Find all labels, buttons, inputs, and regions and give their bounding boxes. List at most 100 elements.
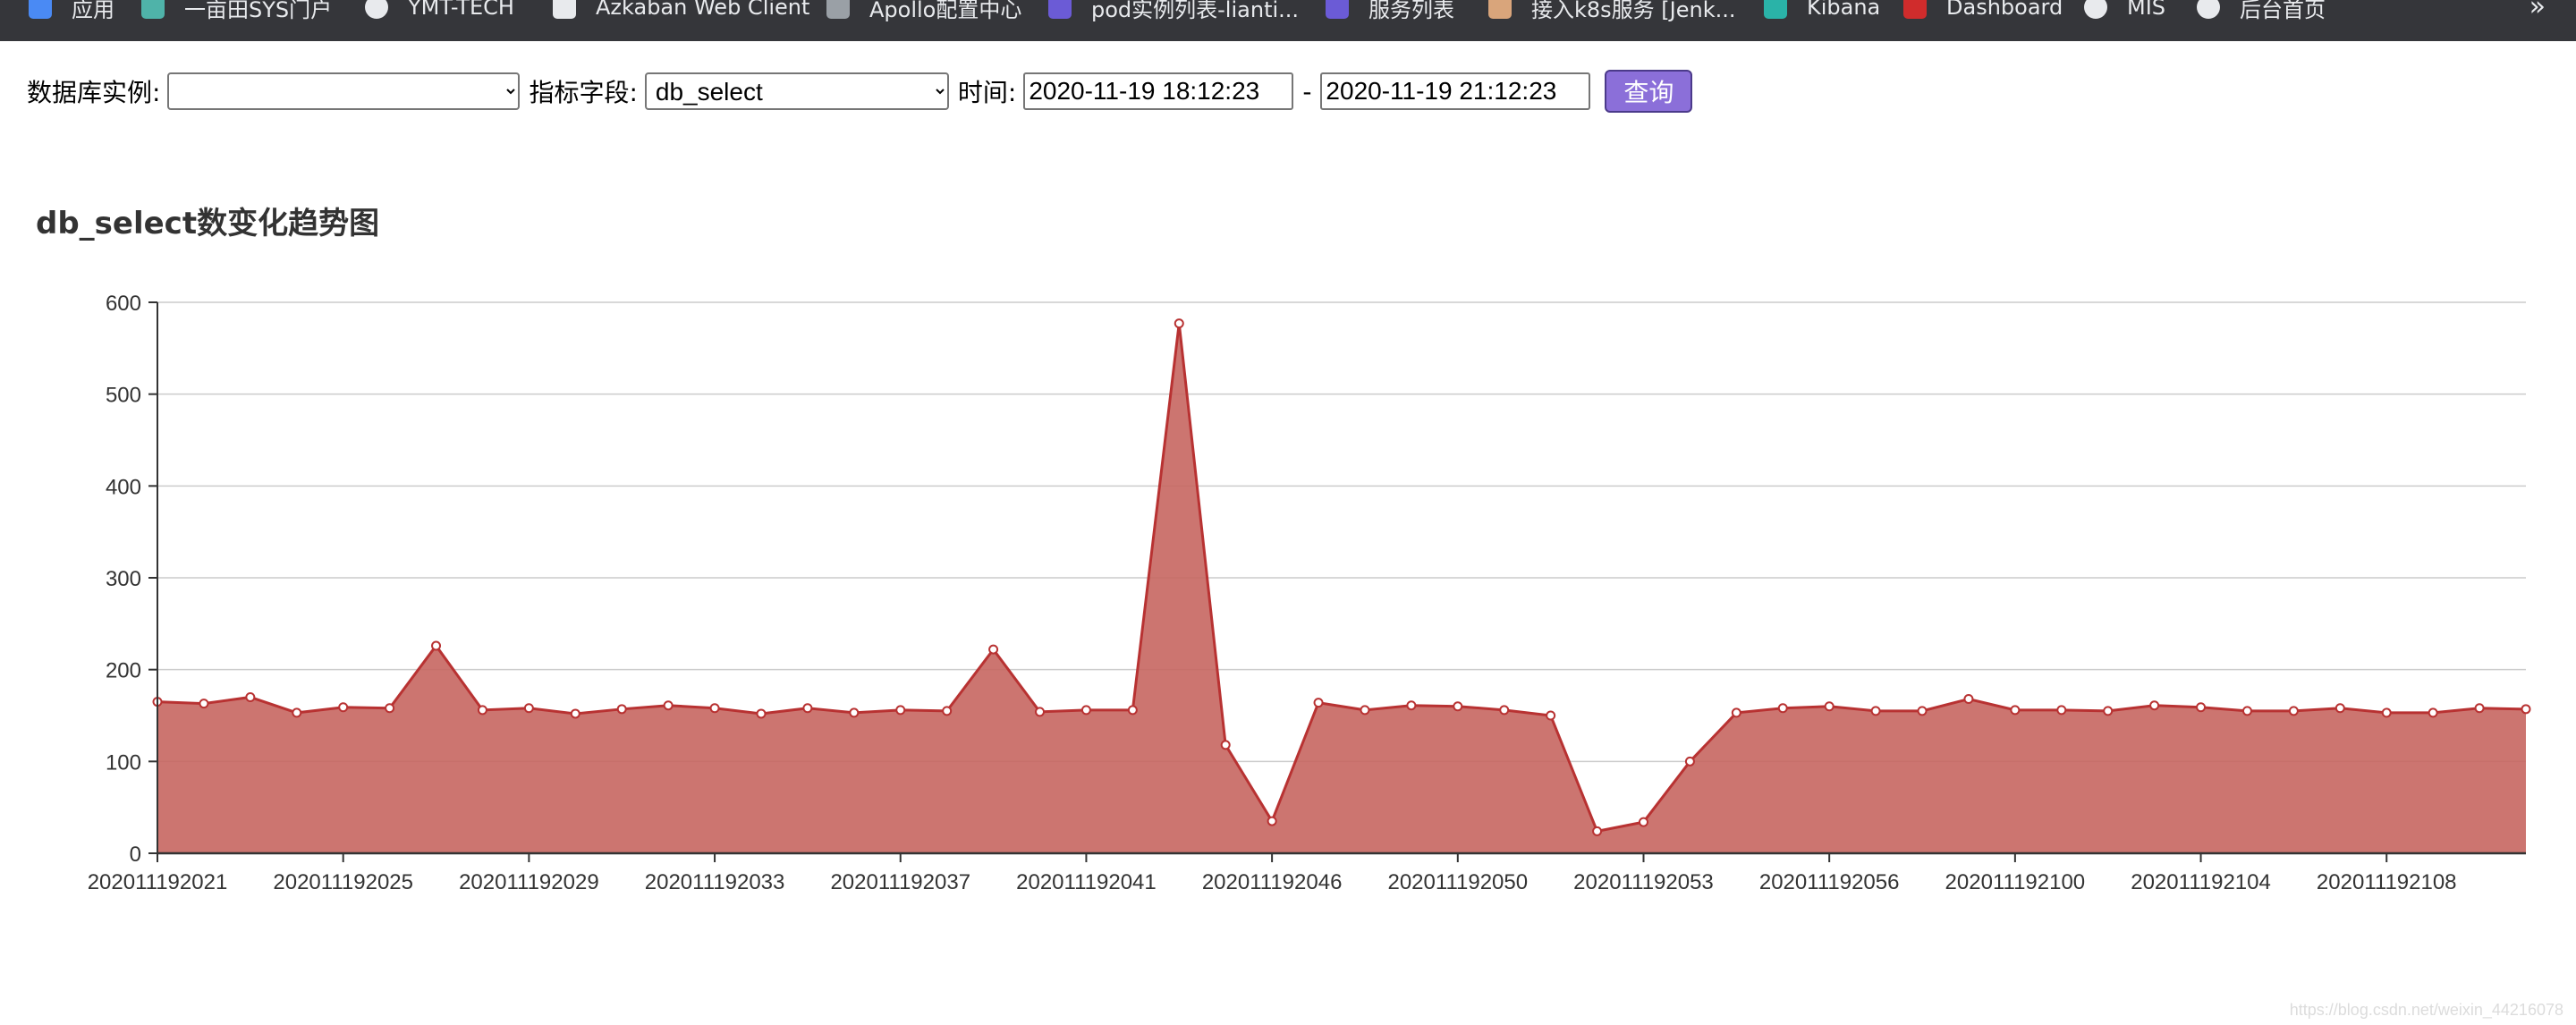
y-tick-label: 500 [106,384,141,408]
data-point [2288,706,2299,716]
data-point [2149,700,2160,711]
data-point [1731,707,1741,718]
trend-chart: 0 100 200 300 400 500 600 202011192021 202011192… [88,292,2531,894]
data-point [1174,318,1184,329]
bookmark-label: pod实例列表-lianti... [1091,0,1300,22]
data-point [1360,705,1370,716]
data-point [988,644,999,655]
x-tick-label: 202011192037 [830,870,970,894]
bookmark-label: MIS [2127,0,2166,20]
kibana-icon [1764,0,1787,19]
x-tick-label: 202011192029 [459,870,599,894]
y-tick-label: 400 [106,475,141,499]
query-button[interactable]: 查询 [1605,70,1693,113]
x-tick-label: 202011192056 [1759,870,1900,894]
bookmark-0[interactable]: 应用 [29,0,114,25]
data-point [2241,706,2252,716]
bookmarks-overflow-button[interactable]: » [2529,0,2546,22]
x-tick-label: 202011192100 [1945,870,2086,894]
watermark: https://blog.csdn.net/weixin_44216078 [2289,1001,2563,1019]
data-point [895,705,906,716]
x-tick-label: 202011192041 [1016,870,1157,894]
data-point [1313,698,1324,708]
data-point [1035,707,1046,717]
x-tick-label: 202011192033 [645,870,785,894]
bookmark-label: Kibana [1807,0,1881,20]
data-point [1546,710,1556,721]
data-point [1684,756,1695,767]
bookmark-4[interactable]: Apollo配置中心 [826,0,1021,25]
data-point [756,708,767,719]
y-tick-label: 200 [106,659,141,683]
data-point [523,703,534,714]
bookmark-3[interactable]: Azkaban Web Client [553,0,809,25]
bookmark-7[interactable]: 接入k8s服务 [Jenk... [1488,0,1736,25]
data-point [2010,705,2021,716]
bookmark-label: YMT-TECH [408,0,514,20]
data-point [338,702,349,713]
end-time-input[interactable] [1320,72,1591,110]
data-point [245,691,256,702]
pod-icon [1048,0,1072,19]
data-point [709,703,720,714]
bookmark-label: 服务列表 [1368,0,1454,22]
data-point [292,707,302,718]
data-point [385,703,395,714]
data-point [1638,817,1648,827]
data-point [1917,706,1928,716]
service-icon [1326,0,1349,19]
bookmark-label: 应用 [72,0,114,22]
instance-select[interactable] [167,72,521,110]
data-point [1220,740,1231,750]
field-label: 指标字段: [529,78,638,107]
data-point [2103,706,2114,716]
series-area [157,323,2526,853]
jenkins-icon [1488,0,1512,19]
data-point [1499,705,1510,716]
data-point [2334,703,2345,714]
data-point [477,705,487,716]
bookmark-2[interactable]: YMT-TECH [365,0,514,25]
bookmark-10[interactable]: MIS [2084,0,2165,25]
data-point [2056,705,2067,716]
bookmark-5[interactable]: pod实例列表-lianti... [1048,0,1299,25]
bookmark-label: 一亩田SYS门户 [184,0,333,22]
globe-icon [2084,0,2107,19]
data-point [2474,703,2485,714]
azkaban-icon [553,0,576,19]
data-point [2196,702,2207,713]
instance-label: 数据库实例: [27,78,161,107]
data-point [1080,705,1091,716]
apollo-icon [826,0,850,19]
bookmark-6[interactable]: 服务列表 [1326,0,1454,25]
globe-icon [365,0,388,19]
globe-icon [2197,0,2220,19]
bookmark-8[interactable]: Kibana [1764,0,1880,25]
data-point [1870,706,1881,716]
y-tick-label: 0 [130,843,141,867]
data-point [663,700,674,711]
data-point [802,703,813,714]
bookmark-label: 接入k8s服务 [Jenk... [1531,0,1736,22]
bookmark-label: Apollo配置中心 [869,0,1022,22]
apps-grid-icon [29,0,52,19]
bookmark-label: Azkaban Web Client [596,0,810,20]
data-point [1592,826,1603,836]
x-tick-label: 202011192025 [273,870,413,894]
data-point [1777,703,1788,714]
data-point [1267,816,1277,826]
bookmark-label: 后台首页 [2240,0,2326,22]
zabbix-icon [1903,0,1927,19]
bookmark-11[interactable]: 后台首页 [2197,0,2326,25]
x-tick-label: 202011192104 [2131,870,2271,894]
y-tick-label: 300 [106,567,141,591]
data-point [616,704,627,715]
query-form: 数据库实例: 指标字段: db_select 时间: - 查询 [27,68,1693,114]
bookmark-9[interactable]: Dashboard [1903,0,2063,25]
start-time-input[interactable] [1023,72,1294,110]
data-point [2521,704,2531,715]
field-select[interactable]: db_select [644,72,949,110]
data-point [942,706,953,716]
bookmark-1[interactable]: 一亩田SYS门户 [141,0,332,25]
data-point [431,640,442,651]
